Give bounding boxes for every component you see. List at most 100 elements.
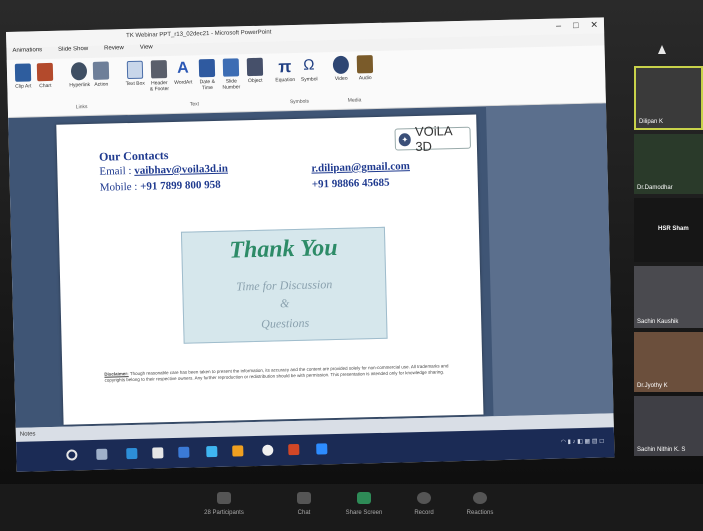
object-icon: [246, 57, 264, 77]
omega-icon: Ω: [303, 56, 315, 74]
system-tray: ◠ ▮ ♪ ◧ ▦ ▤ ◻: [560, 438, 605, 446]
email-link-1[interactable]: vaibhav@voila3d.in: [134, 163, 228, 177]
reactions-button[interactable]: Reactions: [452, 492, 508, 516]
tab-view[interactable]: View: [140, 44, 153, 56]
participant-tile-3[interactable]: HSR Sham: [634, 198, 703, 262]
email-line: Email : vaibhav@voila3d.in: [99, 163, 228, 178]
mobile-line: Mobile : +91 7899 800 958: [100, 179, 221, 194]
participants-count: 28: [204, 510, 211, 516]
participant-tile-5[interactable]: Dr.Jyothy K: [634, 332, 703, 392]
contacts-heading: Our Contacts: [98, 148, 169, 164]
share-screen-icon: [357, 492, 371, 504]
window-controls: – □ ✕: [556, 20, 598, 32]
browser-icon[interactable]: [206, 445, 218, 458]
globe-icon: [70, 62, 88, 81]
clip-art-icon: [14, 63, 32, 82]
record-button[interactable]: Record: [396, 492, 452, 516]
close-button[interactable]: ✕: [590, 20, 598, 31]
equation-button[interactable]: π Equation: [275, 57, 296, 83]
task-view-icon[interactable]: [96, 448, 108, 460]
zoom-toolbar: 28 Participants Chat Share Screen Record…: [0, 484, 703, 531]
participants-label: Participants: [212, 510, 244, 516]
voila-logo: ✦ VOiLA 3D: [394, 123, 471, 154]
group-label-symbols: Symbols: [289, 98, 310, 106]
record-icon: [417, 492, 431, 504]
logo-text: VOiLA 3D: [414, 123, 453, 155]
object-button[interactable]: Object: [245, 57, 266, 84]
participant-name-2: Dr.Damodhar: [637, 185, 673, 191]
group-label-text: Text: [189, 101, 200, 108]
group-label-links: Links: [75, 104, 88, 111]
workspace-background-right: [485, 103, 614, 417]
chat-icon: [297, 492, 311, 504]
wordart-icon: A: [176, 59, 189, 77]
video-icon: [332, 55, 350, 75]
clip-art-button[interactable]: Clip Art: [13, 63, 34, 90]
action-button[interactable]: Action: [91, 61, 112, 88]
file-explorer-icon[interactable]: [232, 445, 244, 457]
store-icon[interactable]: [152, 447, 164, 459]
chart-icon: [36, 62, 54, 82]
questions-line: Questions: [261, 315, 310, 331]
reactions-icon: [473, 492, 487, 504]
discussion-line: Time for Discussion: [236, 277, 333, 294]
slide-number-icon: [222, 58, 240, 77]
audio-button[interactable]: Audio: [355, 55, 376, 81]
participant-tile-2[interactable]: Dr.Damodhar: [634, 134, 703, 194]
powerpoint-taskbar-icon[interactable]: [288, 443, 300, 456]
participant-name-3: HSR Sham: [658, 226, 689, 232]
header-footer-icon: [150, 60, 168, 79]
participant-tile-4[interactable]: Sachin Kaushik: [634, 266, 703, 328]
participant-name-6: Sachin Nithin K. S: [637, 447, 686, 453]
chart-button[interactable]: Chart: [35, 62, 56, 89]
slide-number-button[interactable]: Slide Number: [221, 58, 242, 91]
participants-icon: [217, 492, 231, 504]
disclaimer-label: Disclaimer:: [104, 371, 129, 377]
participant-tile-1[interactable]: Dilipan K: [634, 66, 703, 130]
tab-slide-show[interactable]: Slide Show: [58, 46, 88, 59]
speaker-icon: [356, 55, 374, 74]
chrome-icon[interactable]: [262, 444, 274, 456]
wordart-button[interactable]: A WordArt: [173, 59, 194, 86]
video-button[interactable]: Video: [331, 55, 352, 82]
thank-you-box: Thank You Time for Discussion & Question…: [180, 226, 388, 344]
tab-animations[interactable]: Animations: [12, 47, 42, 60]
symbol-button[interactable]: Ω Symbol: [299, 56, 320, 82]
pi-icon: π: [278, 57, 292, 77]
reactions-label: Reactions: [466, 510, 494, 516]
participants-button[interactable]: 28 Participants: [196, 492, 252, 516]
minimize-button[interactable]: –: [556, 20, 561, 31]
header-footer-button[interactable]: Header & Footer: [149, 60, 170, 93]
window-title: TK Webinar PPT_r13_02dec21 - Microsoft P…: [126, 29, 272, 40]
slide-canvas[interactable]: ✦ VOiLA 3D Our Contacts Email : vaibhav@…: [56, 114, 484, 425]
disclaimer-text: Though reasonable care has been taken to…: [104, 363, 449, 383]
slide-workspace: ✦ VOiLA 3D Our Contacts Email : vaibhav@…: [8, 103, 614, 428]
mobile-number-1: +91 7899 800 958: [140, 178, 221, 193]
disclaimer: Disclaimer: Though reasonable care has b…: [104, 363, 452, 383]
taskbar-app-icon[interactable]: [126, 447, 138, 460]
action-icon: [92, 61, 110, 80]
date-time-button[interactable]: Date & Time: [197, 58, 218, 91]
mail-icon[interactable]: [178, 446, 190, 458]
thank-you-text: Thank You: [228, 234, 338, 264]
share-screen-label: Share Screen: [345, 510, 383, 516]
chat-button[interactable]: Chat: [276, 492, 332, 516]
photo-of-screen: TK Webinar PPT_r13_02dec21 - Microsoft P…: [0, 0, 703, 531]
email-link-2[interactable]: r.dilipan@gmail.com: [311, 160, 410, 174]
record-label: Record: [414, 510, 434, 516]
notes-pane-label[interactable]: Notes: [20, 431, 36, 437]
search-icon[interactable]: [66, 449, 78, 461]
zoom-taskbar-icon[interactable]: [316, 443, 328, 455]
email-label: Email :: [99, 164, 132, 178]
maximize-button[interactable]: □: [573, 20, 579, 31]
mobile-label: Mobile :: [99, 180, 138, 194]
chat-label: Chat: [297, 510, 311, 516]
tab-review[interactable]: Review: [104, 45, 124, 57]
participant-name-4: Sachin Kaushik: [637, 319, 679, 325]
participant-name-5: Dr.Jyothy K: [637, 383, 668, 389]
group-label-media: Media: [347, 97, 362, 104]
hyperlink-button[interactable]: Hyperlink: [69, 62, 90, 88]
text-box-button[interactable]: Text Box: [125, 60, 146, 87]
share-screen-button[interactable]: Share Screen: [336, 492, 392, 516]
participant-tile-6[interactable]: Sachin Nithin K. S: [634, 396, 703, 456]
